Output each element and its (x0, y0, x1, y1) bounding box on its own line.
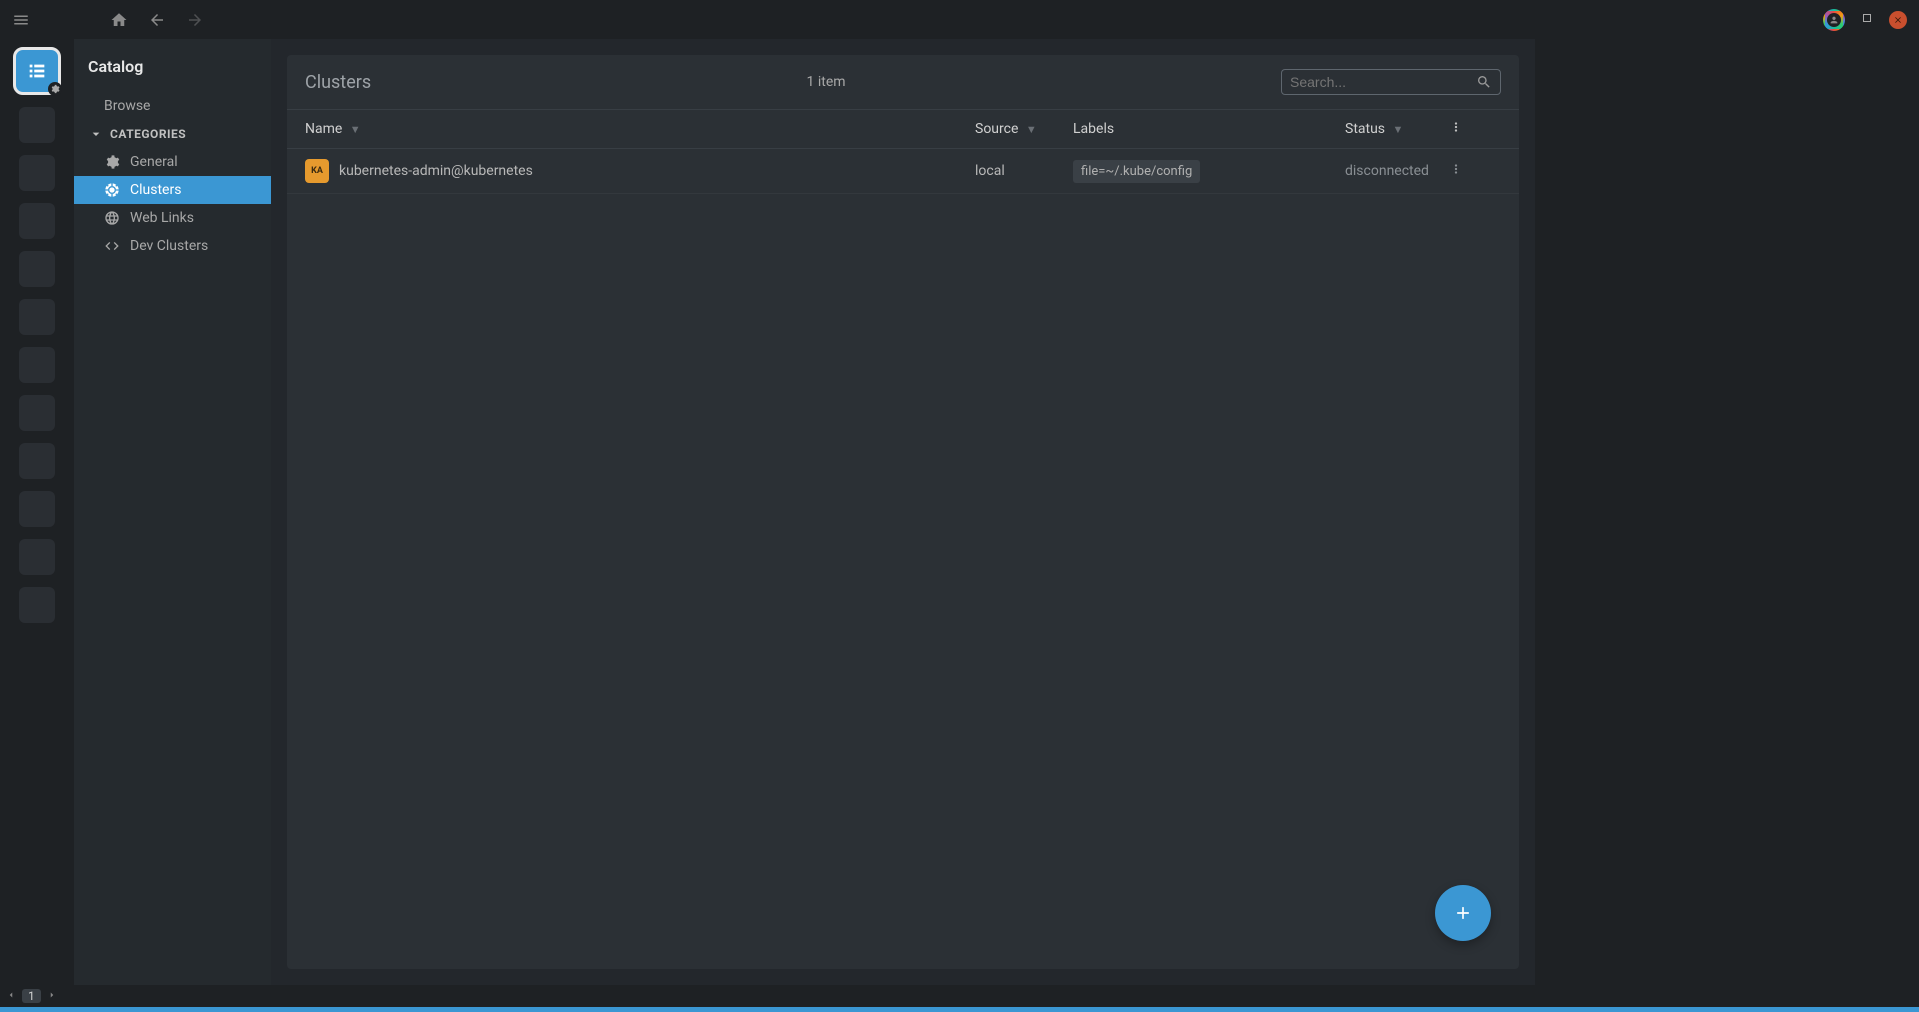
sidebar-item-label: General (130, 154, 178, 170)
list-icon (26, 60, 48, 82)
cluster-status: disconnected (1345, 163, 1429, 179)
plus-icon (1453, 903, 1473, 923)
column-header-menu[interactable] (1435, 120, 1463, 138)
dots-vertical-icon (1449, 162, 1463, 176)
close-icon (1893, 15, 1903, 25)
gear-icon (50, 84, 60, 94)
sidebar-item-label: Clusters (130, 182, 181, 198)
rail-slot[interactable] (19, 155, 55, 191)
sidebar-section-categories[interactable]: CATEGORIES (74, 120, 271, 148)
code-icon (104, 238, 120, 254)
column-header-status[interactable]: Status ▼ (1345, 121, 1435, 137)
sidebar-title: Catalog (74, 53, 271, 92)
panel-title: Clusters (305, 72, 371, 93)
sort-arrow-icon: ▼ (1393, 123, 1404, 136)
nav-forward-button[interactable] (186, 11, 204, 29)
search-input[interactable] (1290, 74, 1476, 90)
rail-settings-badge[interactable] (48, 82, 62, 96)
rail-slot[interactable] (19, 539, 55, 575)
panel-header: Clusters 1 item (287, 55, 1519, 110)
home-button[interactable] (110, 11, 128, 29)
page-next-button[interactable] (47, 989, 57, 1003)
dots-vertical-icon (1449, 120, 1463, 134)
rail-slot[interactable] (19, 443, 55, 479)
arrow-right-icon (186, 11, 204, 29)
footer: 1 (0, 985, 1919, 1007)
globe-icon (104, 210, 120, 226)
label-chip: file=~/.kube/config (1073, 160, 1200, 183)
cluster-source: local (975, 163, 1005, 179)
accent-bar (0, 1007, 1919, 1012)
column-header-source[interactable]: Source ▼ (975, 121, 1073, 137)
table-header: Name ▼ Source ▼ Labels Status ▼ (287, 110, 1519, 149)
rail-slot[interactable] (19, 347, 55, 383)
main-area: Clusters 1 item Name ▼ Source ▼ Labels (271, 39, 1535, 985)
row-menu-button[interactable] (1435, 162, 1463, 180)
rail-slot[interactable] (19, 107, 55, 143)
sidebar-item-general[interactable]: General (74, 148, 271, 176)
titlebar (0, 0, 1919, 39)
sidebar-item-label: Browse (104, 98, 150, 114)
rail-catalog-button[interactable] (13, 47, 61, 95)
add-cluster-fab[interactable] (1435, 885, 1491, 941)
column-header-name[interactable]: Name ▼ (305, 121, 975, 137)
cluster-avatar: KA (305, 159, 329, 183)
window-maximize-button[interactable] (1861, 12, 1873, 28)
rail-slot[interactable] (19, 203, 55, 239)
rail-slot[interactable] (19, 299, 55, 335)
sidebar-item-clusters[interactable]: Clusters (74, 176, 271, 204)
hamburger-menu-button[interactable] (12, 11, 30, 29)
sidebar-section-label: CATEGORIES (110, 127, 186, 141)
sort-arrow-icon: ▼ (350, 123, 361, 136)
gear-icon (104, 154, 120, 170)
rail-slot[interactable] (19, 251, 55, 287)
nav-back-button[interactable] (148, 11, 166, 29)
rail-slot[interactable] (19, 491, 55, 527)
sidebar-item-weblinks[interactable]: Web Links (74, 204, 271, 232)
table-row[interactable]: KA kubernetes-admin@kubernetes local fil… (287, 149, 1519, 194)
desktop-gap (1535, 39, 1919, 985)
rail-slot[interactable] (19, 587, 55, 623)
chevron-right-icon (47, 990, 57, 1000)
sidebar-item-dev-clusters[interactable]: Dev Clusters (74, 232, 271, 260)
sidebar-item-label: Web Links (130, 210, 194, 226)
window-close-button[interactable] (1889, 11, 1907, 29)
sidebar-item-label: Dev Clusters (130, 238, 208, 254)
chevron-down-icon (88, 126, 104, 142)
helm-icon (104, 182, 120, 198)
menu-icon (12, 11, 30, 29)
search-icon (1476, 74, 1492, 90)
square-icon (1861, 12, 1873, 24)
clusters-panel: Clusters 1 item Name ▼ Source ▼ Labels (287, 55, 1519, 969)
rail-slot[interactable] (19, 395, 55, 431)
page-indicator[interactable]: 1 (22, 989, 41, 1003)
user-icon (1827, 13, 1841, 27)
page-prev-button[interactable] (6, 989, 16, 1003)
account-button[interactable] (1823, 9, 1845, 31)
search-input-wrap[interactable] (1281, 69, 1501, 95)
sidebar-item-browse[interactable]: Browse (74, 92, 271, 120)
item-count: 1 item (371, 74, 1281, 90)
nav-rail (0, 39, 74, 985)
arrow-left-icon (148, 11, 166, 29)
cluster-name: kubernetes-admin@kubernetes (339, 163, 533, 179)
sidebar: Catalog Browse CATEGORIES General Cluste… (74, 39, 271, 985)
chevron-left-icon (6, 990, 16, 1000)
column-header-labels[interactable]: Labels (1073, 121, 1345, 137)
sort-arrow-icon: ▼ (1026, 123, 1037, 136)
home-icon (110, 11, 128, 29)
